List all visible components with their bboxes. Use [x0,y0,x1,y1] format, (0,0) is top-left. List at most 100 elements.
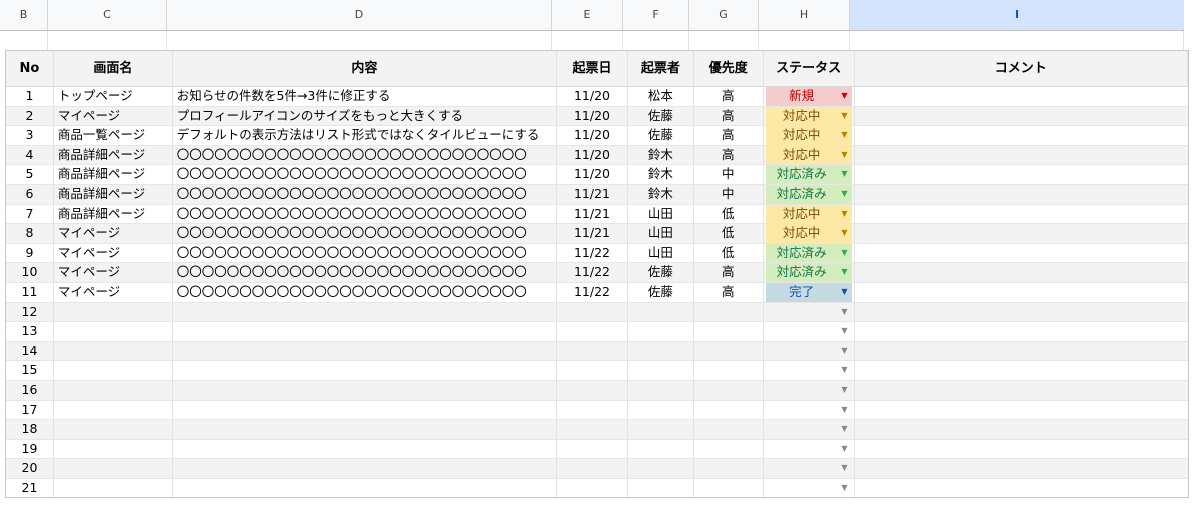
cell-date[interactable] [557,420,628,439]
cell-comment[interactable] [855,479,1188,497]
cell-author[interactable] [628,420,694,439]
dropdown-arrow-icon[interactable]: ▼ [841,440,847,459]
cell-comment[interactable] [855,440,1188,459]
cell-author[interactable]: 佐藤 [628,282,694,302]
cell-content[interactable] [173,459,558,478]
cell-screen[interactable]: マイページ [54,243,173,263]
cell-screen[interactable]: 商品詳細ページ [54,165,173,184]
status-chip[interactable]: ▼ [766,303,852,322]
cell-author[interactable]: 山田 [628,204,694,224]
status-chip[interactable]: ▼ [766,401,852,420]
status-chip[interactable]: 対応済み ▼ [765,184,852,204]
cell-author[interactable]: 鈴木 [628,145,694,165]
column-header-d[interactable]: D [167,0,552,30]
cell-priority[interactable] [694,341,764,361]
dropdown-arrow-icon[interactable]: ▼ [841,263,847,282]
dropdown-arrow-icon[interactable]: ▼ [841,459,847,478]
cell-status-dropdown[interactable]: ▼ [764,302,855,322]
cell-date[interactable] [557,380,628,400]
dropdown-arrow-icon[interactable]: ▼ [841,205,847,224]
cell-status-dropdown[interactable]: ▼ [764,439,855,459]
dropdown-arrow-icon[interactable]: ▼ [841,224,847,243]
cell-comment[interactable] [855,381,1188,400]
cell-screen[interactable]: 商品詳細ページ [54,145,173,165]
cell-screen[interactable] [54,361,173,380]
cell-author[interactable]: 山田 [628,224,694,243]
cell-status-dropdown[interactable]: 対応中 ▼ [764,224,855,243]
cell-author[interactable] [628,459,694,478]
cell-author[interactable]: 山田 [628,243,694,263]
cell-content[interactable]: 〇〇〇〇〇〇〇〇〇〇〇〇〇〇〇〇〇〇〇〇〇〇〇〇〇〇〇〇 [173,204,558,224]
spacer-cell[interactable] [167,31,552,50]
cell-no[interactable]: 1 [6,87,54,106]
cell-status-dropdown[interactable]: ▼ [764,420,855,439]
cell-no[interactable]: 12 [6,302,54,322]
spacer-cell[interactable] [0,31,48,50]
header-content[interactable]: 内容 [173,51,558,86]
header-comment[interactable]: コメント [855,51,1188,86]
cell-screen[interactable] [54,478,173,497]
cell-screen[interactable] [54,420,173,439]
cell-comment[interactable] [855,459,1188,478]
cell-screen[interactable] [54,459,173,478]
cell-no[interactable]: 6 [6,184,54,204]
cell-date[interactable]: 11/21 [557,204,628,224]
cell-status-dropdown[interactable]: ▼ [764,322,855,341]
cell-no[interactable]: 17 [6,400,54,420]
cell-date[interactable]: 11/20 [557,87,628,106]
header-author[interactable]: 起票者 [628,51,694,86]
cell-no[interactable]: 15 [6,361,54,380]
cell-content[interactable] [173,439,558,459]
status-chip[interactable]: 完了 ▼ [765,282,852,302]
dropdown-arrow-icon[interactable]: ▼ [841,322,847,341]
cell-priority[interactable] [694,420,764,439]
dropdown-arrow-icon[interactable]: ▼ [841,165,847,184]
cell-no[interactable]: 5 [6,165,54,184]
dropdown-arrow-icon[interactable]: ▼ [841,107,847,126]
cell-content[interactable]: お知らせの件数を5件→3件に修正する [173,87,558,106]
cell-date[interactable]: 11/20 [557,165,628,184]
cell-priority[interactable]: 高 [694,145,764,165]
spacer-cell[interactable] [623,31,689,50]
cell-author[interactable] [628,439,694,459]
cell-date[interactable]: 11/22 [557,282,628,302]
cell-comment[interactable] [855,165,1188,184]
cell-priority[interactable] [694,361,764,380]
spacer-cell[interactable] [689,31,759,50]
cell-no[interactable]: 14 [6,341,54,361]
cell-screen[interactable]: マイページ [54,224,173,243]
cell-priority[interactable]: 高 [694,126,764,145]
cell-content[interactable]: 〇〇〇〇〇〇〇〇〇〇〇〇〇〇〇〇〇〇〇〇〇〇〇〇〇〇〇〇 [173,282,558,302]
cell-content[interactable] [173,302,558,322]
cell-content[interactable]: 〇〇〇〇〇〇〇〇〇〇〇〇〇〇〇〇〇〇〇〇〇〇〇〇〇〇〇〇 [173,184,558,204]
cell-author[interactable]: 鈴木 [628,165,694,184]
dropdown-arrow-icon[interactable]: ▼ [841,283,847,302]
cell-no[interactable]: 9 [6,243,54,263]
cell-screen[interactable]: マイページ [54,263,173,282]
status-chip[interactable]: 新規 ▼ [765,87,852,106]
spacer-cell[interactable] [759,31,850,50]
cell-date[interactable]: 11/21 [557,224,628,243]
status-chip[interactable]: ▼ [766,459,852,478]
cell-screen[interactable]: トップページ [54,87,173,106]
cell-date[interactable]: 11/22 [557,263,628,282]
cell-no[interactable]: 20 [6,459,54,478]
cell-no[interactable]: 18 [6,420,54,439]
cell-screen[interactable]: 商品詳細ページ [54,184,173,204]
cell-comment[interactable] [855,420,1188,439]
cell-priority[interactable] [694,322,764,341]
cell-status-dropdown[interactable]: 新規 ▼ [764,87,855,106]
column-header-b[interactable]: B [0,0,48,30]
cell-comment[interactable] [855,303,1188,322]
cell-status-dropdown[interactable]: 対応中 ▼ [764,106,855,126]
dropdown-arrow-icon[interactable]: ▼ [841,146,847,165]
cell-priority[interactable]: 中 [694,184,764,204]
cell-status-dropdown[interactable]: ▼ [764,380,855,400]
cell-priority[interactable] [694,380,764,400]
cell-comment[interactable] [855,283,1188,302]
cell-screen[interactable] [54,322,173,341]
cell-date[interactable] [557,341,628,361]
cell-priority[interactable] [694,459,764,478]
status-chip[interactable]: 対応済み ▼ [765,165,852,184]
cell-comment[interactable] [855,224,1188,243]
